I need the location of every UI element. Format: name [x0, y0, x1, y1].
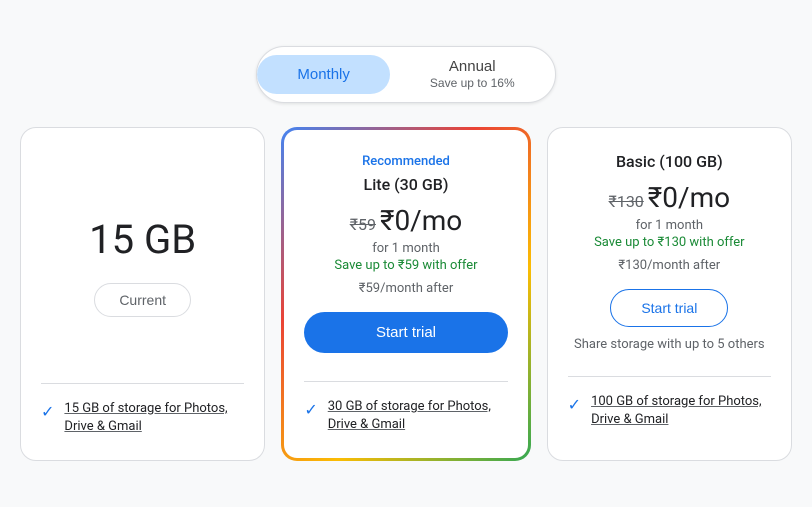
check-icon: ✓	[41, 402, 54, 421]
basic-feature-row: ✓ 100 GB of storage for Photos, Drive & …	[568, 393, 771, 429]
billing-toggle: Monthly Annual Save up to 16%	[256, 46, 555, 103]
lite-plan-card: Recommended Lite (30 GB) ₹59 ₹0/mo for 1…	[281, 127, 530, 461]
free-storage-size: 15 GB	[89, 216, 196, 263]
recommended-label: Recommended	[362, 154, 450, 169]
basic-original-price: ₹130	[609, 192, 644, 211]
free-feature-row: ✓ 15 GB of storage for Photos, Drive & G…	[41, 400, 244, 436]
basic-share-storage: Share storage with up to 5 others	[574, 337, 765, 352]
basic-price-row: ₹130 ₹0/mo	[609, 181, 731, 214]
basic-after-price: ₹130/month after	[618, 258, 720, 273]
basic-plan-card: Basic (100 GB) ₹130 ₹0/mo for 1 month Sa…	[547, 127, 792, 461]
lite-after-price: ₹59/month after	[359, 281, 453, 296]
lite-price-row: ₹59 ₹0/mo	[350, 204, 463, 237]
basic-for-months: for 1 month	[636, 218, 704, 233]
lite-original-price: ₹59	[350, 215, 376, 234]
annual-label: Annual	[449, 58, 496, 75]
lite-plan-name: Lite (30 GB)	[364, 175, 449, 194]
free-plan-card: 15 GB Current ✓ 15 GB of storage for Pho…	[20, 127, 265, 461]
basic-divider	[568, 376, 771, 377]
basic-save-offer: Save up to ₹130 with offer	[594, 235, 745, 250]
annual-save-text: Save up to 16%	[430, 76, 515, 92]
lite-feature-row: ✓ 30 GB of storage for Photos, Drive & G…	[304, 398, 507, 434]
annual-toggle-btn[interactable]: Annual Save up to 16%	[390, 47, 555, 102]
check-icon: ✓	[568, 395, 581, 414]
check-icon: ✓	[304, 400, 317, 419]
pricing-cards: 15 GB Current ✓ 15 GB of storage for Pho…	[20, 127, 792, 461]
basic-plan-name: Basic (100 GB)	[616, 152, 723, 171]
lite-divider	[304, 381, 507, 382]
basic-current-price: ₹0/mo	[648, 181, 730, 214]
lite-start-trial-button[interactable]: Start trial	[304, 312, 507, 353]
monthly-toggle-btn[interactable]: Monthly	[257, 55, 390, 95]
lite-current-price: ₹0/mo	[380, 204, 462, 237]
free-feature-text: 15 GB of storage for Photos, Drive & Gma…	[64, 400, 244, 436]
basic-feature-text: 100 GB of storage for Photos, Drive & Gm…	[591, 393, 771, 429]
lite-feature-text: 30 GB of storage for Photos, Drive & Gma…	[328, 398, 508, 434]
current-plan-button: Current	[94, 283, 191, 317]
lite-for-months: for 1 month	[372, 241, 440, 256]
free-divider	[41, 383, 244, 384]
lite-save-offer: Save up to ₹59 with offer	[334, 258, 477, 273]
basic-start-trial-button[interactable]: Start trial	[610, 289, 728, 327]
